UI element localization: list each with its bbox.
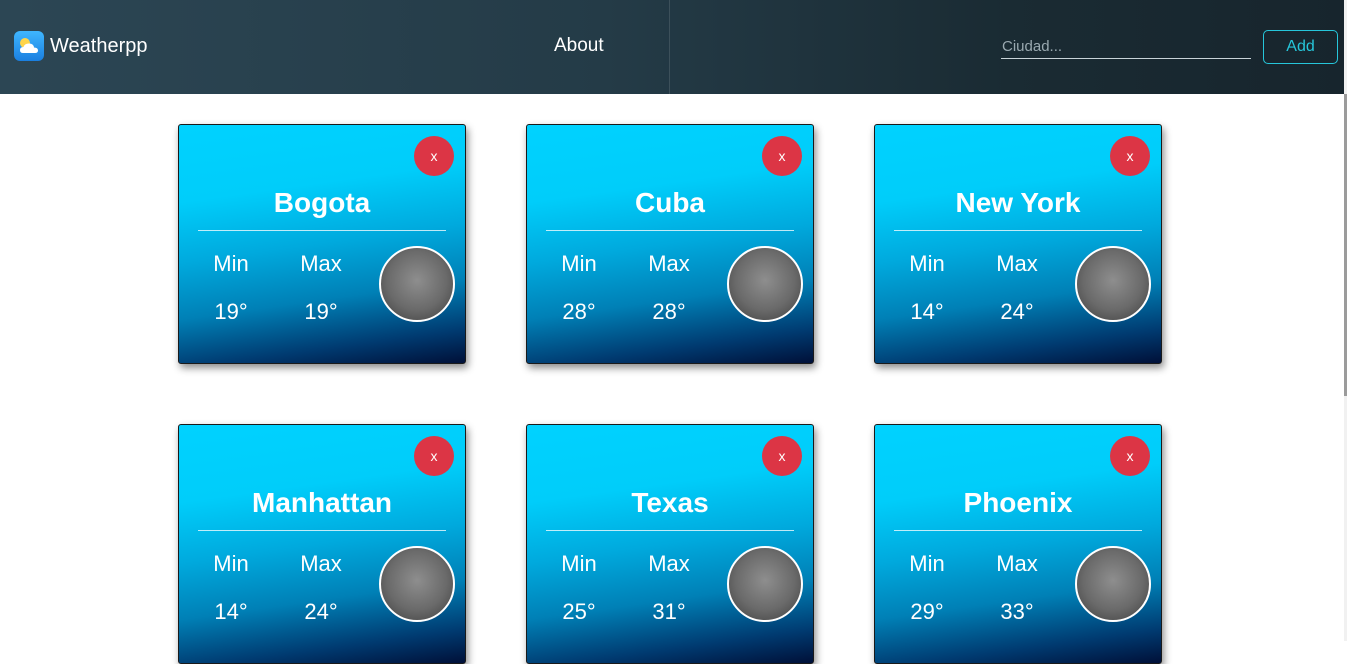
card-divider — [198, 230, 446, 231]
min-temperature: 25° — [562, 599, 596, 624]
max-label: Max — [996, 251, 1038, 276]
remove-card-button[interactable]: x — [1110, 436, 1150, 476]
min-label: Min — [909, 251, 945, 276]
max-temperature: 24° — [1000, 299, 1034, 324]
cloud-sun-icon — [14, 31, 44, 61]
weather-condition-icon — [1075, 246, 1151, 322]
city-search-input[interactable] — [1001, 34, 1251, 59]
card-divider — [546, 530, 794, 531]
max-label: Max — [996, 551, 1038, 576]
max-temperature: 28° — [652, 299, 686, 324]
card-divider — [198, 530, 446, 531]
max-label: Max — [300, 551, 342, 576]
min-temperature: 28° — [562, 299, 596, 324]
remove-card-button[interactable]: x — [414, 436, 454, 476]
min-temperature: 14° — [214, 599, 248, 624]
card-divider — [894, 230, 1142, 231]
city-name: New York — [955, 187, 1081, 218]
max-temperature: 33° — [1000, 599, 1034, 624]
weather-card-new-york: x New York Min Max 14° 24° — [874, 124, 1162, 364]
min-label: Min — [561, 251, 597, 276]
min-label: Min — [213, 551, 249, 576]
max-temperature: 31° — [652, 599, 686, 624]
weather-card-texas: x Texas Min Max 25° 31° — [526, 424, 814, 664]
min-temperature: 29° — [910, 599, 944, 624]
navbar: Weatherpp About Add — [0, 0, 1344, 94]
max-label: Max — [648, 551, 690, 576]
city-name: Cuba — [635, 187, 705, 218]
min-label: Min — [213, 251, 249, 276]
weather-card-phoenix: x Phoenix Min Max 29° 33° — [874, 424, 1162, 664]
weather-condition-icon — [727, 546, 803, 622]
city-name: Bogota — [273, 187, 371, 218]
nav-about-link[interactable]: About — [554, 35, 604, 57]
max-temperature: 24° — [304, 599, 338, 624]
remove-card-button[interactable]: x — [762, 136, 802, 176]
weather-condition-icon — [727, 246, 803, 322]
weather-card-manhattan: x Manhattan Min Max 14° 24° — [178, 424, 466, 664]
max-temperature: 19° — [304, 299, 338, 324]
city-name: Texas — [631, 487, 709, 518]
remove-card-button[interactable]: x — [762, 436, 802, 476]
brand-name: Weatherpp — [50, 34, 148, 57]
card-divider — [894, 530, 1142, 531]
min-label: Min — [909, 551, 945, 576]
min-label: Min — [561, 551, 597, 576]
remove-card-button[interactable]: x — [1110, 136, 1150, 176]
card-divider — [546, 230, 794, 231]
remove-card-button[interactable]: x — [414, 136, 454, 176]
weather-card-bogota: x Bogota Min Max 19° 19° — [178, 124, 466, 364]
weather-card-cuba: x Cuba Min Max 28° 28° — [526, 124, 814, 364]
weather-condition-icon — [1075, 546, 1151, 622]
nav-divider — [669, 0, 670, 94]
weather-condition-icon — [379, 546, 455, 622]
min-temperature: 14° — [910, 299, 944, 324]
weather-condition-icon — [379, 246, 455, 322]
city-name: Manhattan — [252, 487, 392, 518]
brand-link[interactable]: Weatherpp — [14, 30, 147, 62]
min-temperature: 19° — [214, 299, 248, 324]
max-label: Max — [300, 251, 342, 276]
city-name: Phoenix — [963, 487, 1073, 518]
max-label: Max — [648, 251, 690, 276]
add-city-button[interactable]: Add — [1263, 30, 1338, 64]
